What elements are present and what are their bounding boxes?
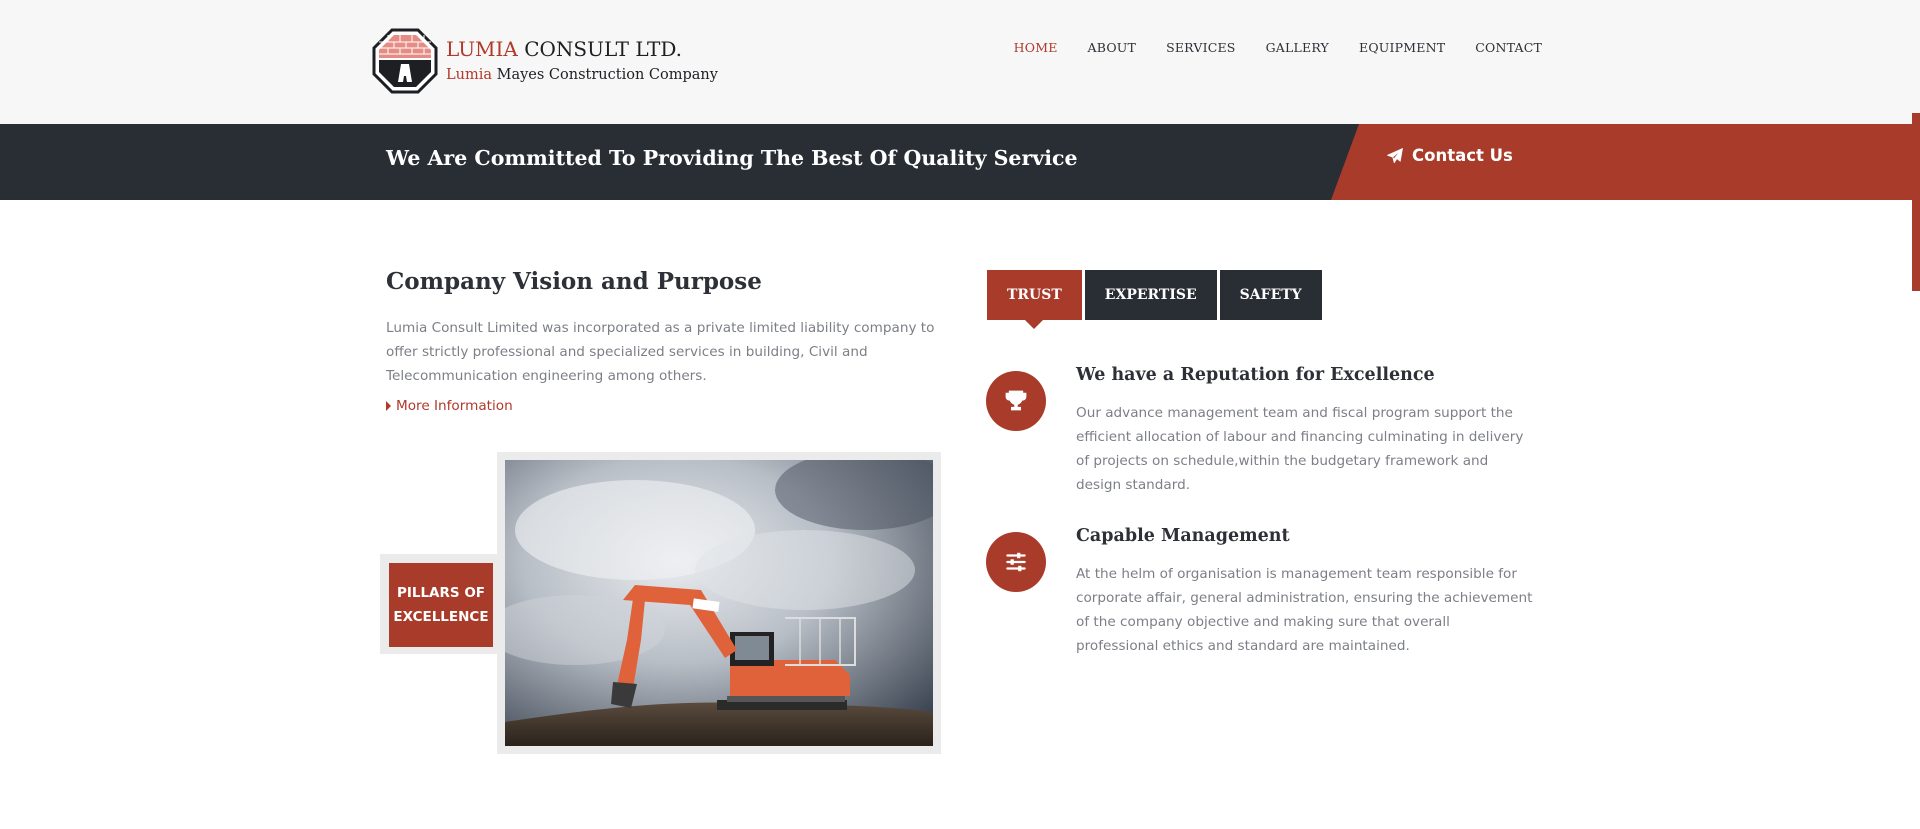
- site-header: LUMIA CONSULT LTD. Lumia Mayes Construct…: [0, 0, 1920, 124]
- main-nav: HOME ABOUT SERVICES GALLERY EQUIPMENT CO…: [984, 40, 1542, 55]
- nav-gallery[interactable]: GALLERY: [1266, 40, 1329, 55]
- contact-us-label: Contact Us: [1412, 146, 1513, 165]
- nav-services[interactable]: SERVICES: [1166, 40, 1235, 55]
- nav-equipment[interactable]: EQUIPMENT: [1359, 40, 1445, 55]
- feature-text: Our advance management team and fiscal p…: [1076, 405, 1524, 493]
- trophy-icon: [986, 371, 1046, 431]
- caret-right-icon: [386, 401, 391, 411]
- tab-trust[interactable]: TRUST: [987, 270, 1082, 329]
- feature-text: At the helm of organisation is managemen…: [1076, 566, 1533, 654]
- paper-plane-icon: [1387, 147, 1403, 163]
- nav-about[interactable]: ABOUT: [1088, 40, 1137, 55]
- excavator-photo: [505, 460, 933, 746]
- feature-title: We have a Reputation for Excellence: [1076, 365, 1435, 385]
- pillars-line-2: EXCELLENCE: [393, 609, 489, 625]
- pillars-line-1: PILLARS OF: [396, 585, 486, 601]
- sliders-icon: [986, 532, 1046, 592]
- nav-contact[interactable]: CONTACT: [1475, 40, 1542, 55]
- brand-subtitle: Lumia Mayes Construction Company: [446, 67, 718, 83]
- logo-badge-icon: [372, 28, 438, 94]
- values-tabs: TRUST EXPERTISE SAFETY: [987, 270, 1325, 329]
- pillars-of-excellence-badge: PILLARS OF EXCELLENCE: [389, 563, 493, 647]
- tab-safety[interactable]: SAFETY: [1219, 270, 1322, 320]
- tab-expertise[interactable]: EXPERTISE: [1084, 270, 1217, 320]
- logo[interactable]: LUMIA CONSULT LTD. Lumia Mayes Construct…: [372, 28, 718, 94]
- right-accent-strip: [1912, 113, 1920, 291]
- nav-home[interactable]: HOME: [1014, 40, 1058, 55]
- more-information-label: More Information: [396, 398, 513, 414]
- brand-title: LUMIA CONSULT LTD.: [446, 37, 683, 61]
- contact-us-button[interactable]: Contact Us: [1386, 146, 1513, 165]
- tagline-text: We Are Committed To Providing The Best O…: [386, 146, 1078, 170]
- vision-body: Lumia Consult Limited was incorporated a…: [386, 320, 935, 384]
- feature-title: Capable Management: [1076, 526, 1290, 546]
- more-information-link[interactable]: More Information: [386, 398, 513, 414]
- vision-title: Company Vision and Purpose: [386, 268, 762, 295]
